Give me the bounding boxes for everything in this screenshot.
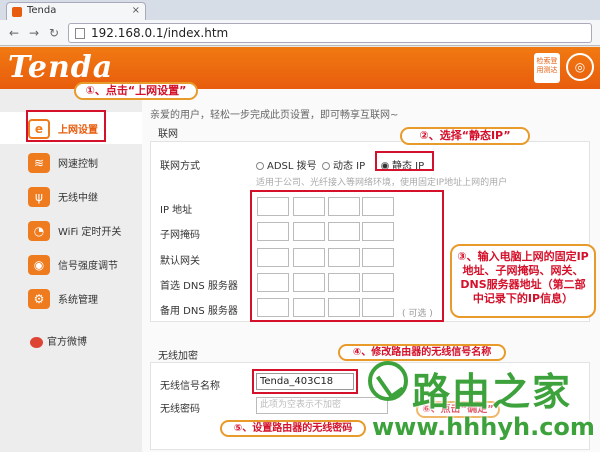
- radio-adsl[interactable]: ADSL 拨号: [256, 157, 317, 172]
- tab-title: Tenda: [27, 5, 57, 16]
- close-tab-icon[interactable]: ×: [132, 3, 140, 19]
- timer-icon: ◔: [28, 221, 50, 241]
- network-section-title: 联网: [158, 129, 178, 140]
- highlight-box-ssid: [252, 369, 358, 394]
- watermark-text: 路由之家: [412, 370, 573, 414]
- sidebar-item-label: 无线中继: [58, 193, 98, 204]
- weibo-link[interactable]: 官方微博: [30, 333, 87, 348]
- page-icon: [75, 28, 85, 39]
- radio-dynamic-ip[interactable]: 动态 IP: [322, 157, 365, 172]
- sidebar-item-label: WiFi 定时开关: [58, 227, 122, 238]
- callout-step2: ②、选择“静态IP”: [400, 127, 530, 145]
- radio-dot-icon: [322, 162, 330, 170]
- back-arrow-icon[interactable]: ←: [6, 25, 22, 41]
- address-bar[interactable]: 192.168.0.1/index.htm: [68, 23, 592, 43]
- sidebar-item-wifi-timer[interactable]: ◔ WiFi 定时开关: [0, 214, 142, 246]
- watermark: 路由之家 www.hhhyh.com: [368, 357, 596, 447]
- sidebar-item-signal-strength[interactable]: ◉ 信号强度调节: [0, 248, 142, 280]
- reload-icon[interactable]: ↻: [46, 25, 62, 41]
- static-ip-hint: 适用于公司、光纤接入等网络环境，使用固定IP地址上网的用户: [256, 178, 508, 188]
- router-icon[interactable]: ◎: [566, 53, 594, 81]
- sidebar-item-label: 网速控制: [58, 159, 98, 170]
- welcome-text: 亲爱的用户，轻松一步完成此页设置，即可畅享互联网~: [150, 110, 399, 121]
- radio-adsl-label: ADSL 拨号: [267, 161, 317, 172]
- speed-icon: ≋: [28, 153, 50, 173]
- callout-step5: ⑤、设置路由器的无线密码: [220, 420, 366, 437]
- highlight-box-ip-fields: [250, 190, 444, 322]
- sidebar-item-speed-control[interactable]: ≋ 网速控制: [0, 146, 142, 178]
- highlight-box-static-ip: [375, 151, 434, 171]
- gear-icon: ⚙: [28, 289, 50, 309]
- watermark-logo-icon: [368, 361, 408, 401]
- browser-tabbar: Tenda ×: [0, 0, 600, 20]
- callout-step3: ③、输入电脑上网的固定IP地址、子网掩码、网关、DNS服务器地址（第二部中记录下…: [450, 244, 596, 318]
- tenda-favicon-icon: [12, 7, 22, 17]
- address-url: 192.168.0.1/index.htm: [91, 26, 229, 40]
- radio-dynamic-label: 动态 IP: [333, 161, 366, 172]
- wireless-section-title: 无线加密: [158, 351, 198, 362]
- connection-type-label: 联网方式: [160, 161, 200, 172]
- sidebar-item-label: 信号强度调节: [58, 261, 118, 272]
- watermark-url: www.hhhyh.com: [372, 413, 595, 441]
- highlight-box-internet-settings: [26, 110, 106, 142]
- browser-toolbar: ← → ↻ 192.168.0.1/index.htm: [0, 20, 600, 46]
- ip-address-label: IP 地址: [160, 205, 193, 216]
- tenda-logo: Tenda: [8, 50, 114, 85]
- weibo-label: 官方微博: [47, 337, 87, 348]
- sidebar-item-system-management[interactable]: ⚙ 系统管理: [0, 282, 142, 314]
- wireless-icon: ψ: [28, 187, 50, 207]
- password-label: 无线密码: [160, 404, 200, 415]
- forward-arrow-icon[interactable]: →: [26, 25, 42, 41]
- signal-icon: ◉: [28, 255, 50, 275]
- browser-tab[interactable]: Tenda ×: [6, 2, 146, 20]
- subnet-mask-label: 子网掩码: [160, 230, 200, 241]
- ssid-label: 无线信号名称: [160, 381, 220, 392]
- gateway-label: 默认网关: [160, 256, 200, 267]
- primary-dns-label: 首选 DNS 服务器: [160, 281, 238, 292]
- header-badge[interactable]: 检索登 用测达: [534, 53, 560, 83]
- sidebar-item-label: 系统管理: [58, 295, 98, 306]
- secondary-dns-label: 备用 DNS 服务器: [160, 306, 238, 317]
- sidebar-item-wireless-repeater[interactable]: ψ 无线中继: [0, 180, 142, 212]
- radio-dot-icon: [256, 162, 264, 170]
- weibo-icon: [30, 336, 43, 348]
- callout-step1: ①、点击“上网设置”: [74, 82, 198, 100]
